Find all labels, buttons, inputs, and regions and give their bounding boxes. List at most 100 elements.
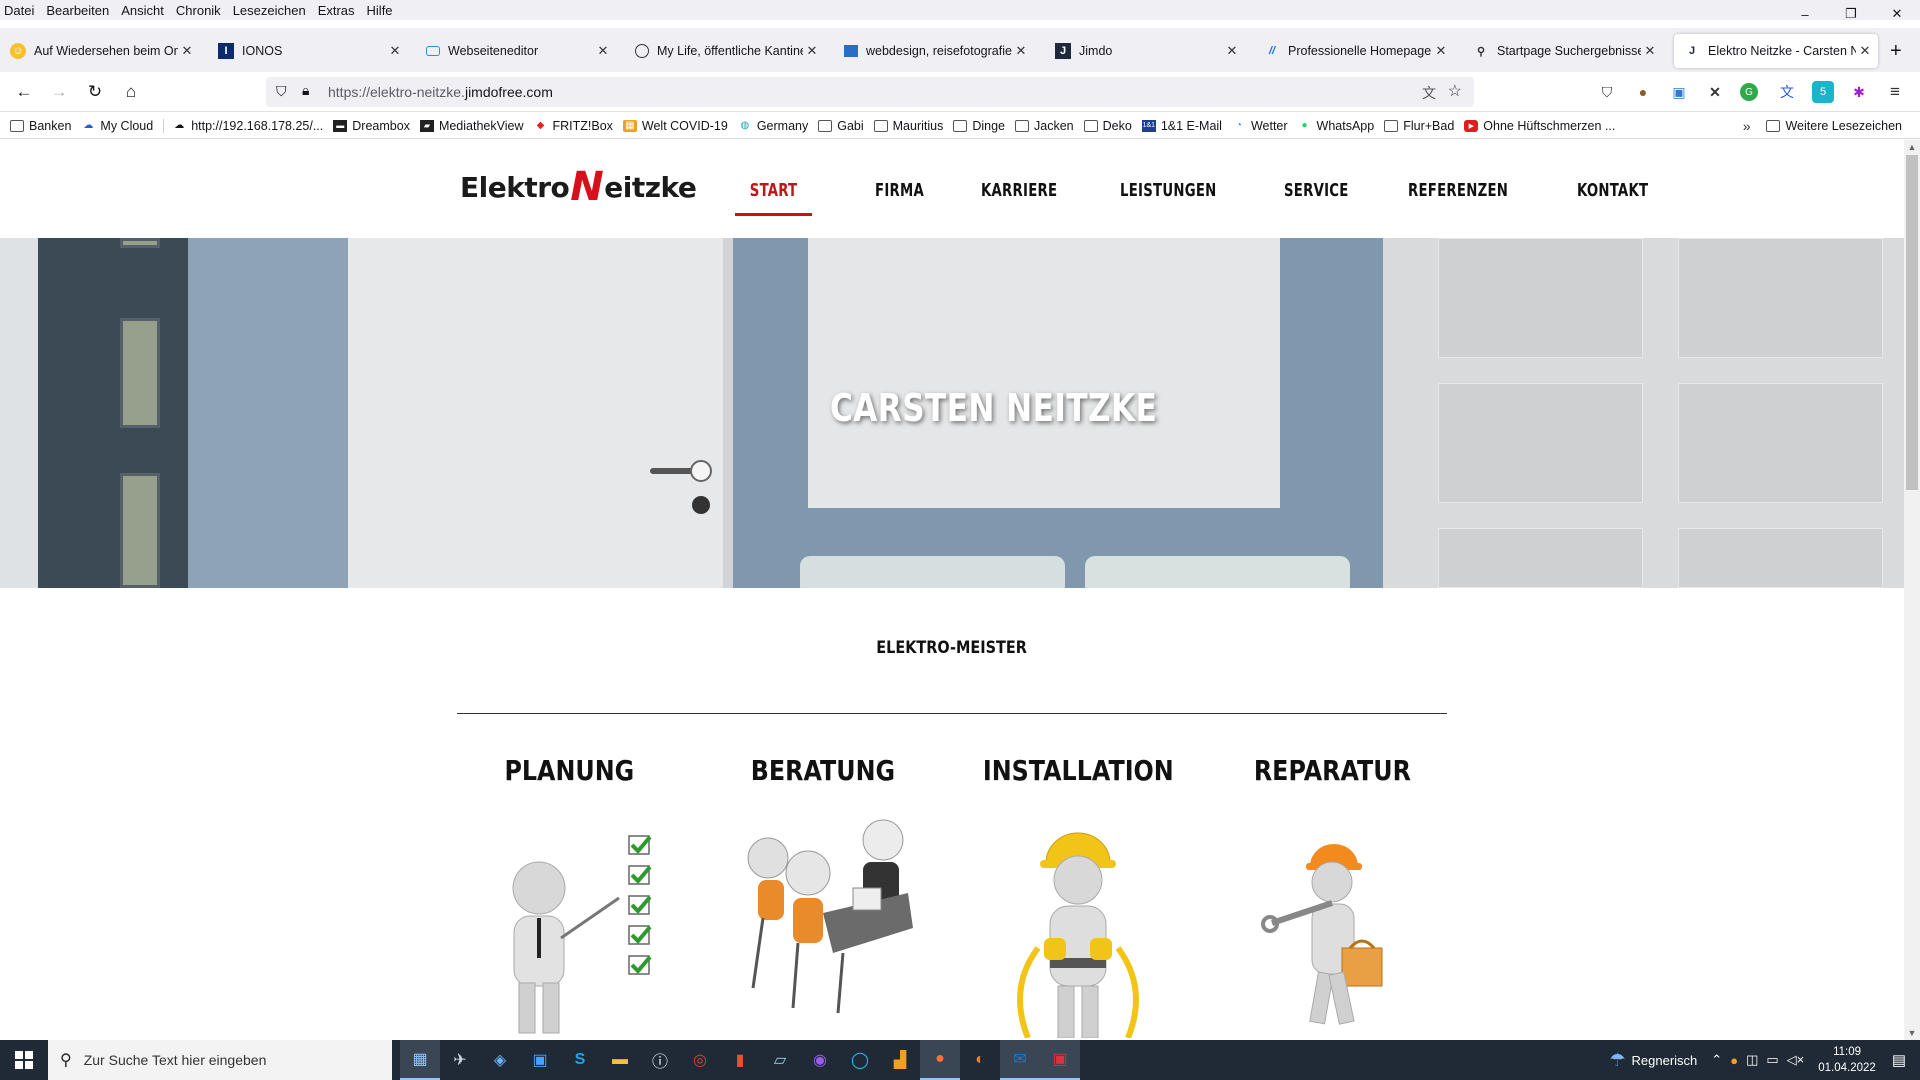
office-icon[interactable]: ▮: [720, 1040, 760, 1080]
network-app-icon[interactable]: ◈: [480, 1040, 520, 1080]
bookmark-1und1-email[interactable]: 1&1 1&1 E-Mail: [1141, 119, 1222, 133]
close-icon[interactable]: ✕: [1223, 43, 1241, 59]
url-bar[interactable]: ⛉ 🔒︎ https://elektro-neitzke. jimdofree.…: [266, 77, 1474, 107]
info-icon[interactable]: ⓘ: [640, 1040, 680, 1080]
store-icon[interactable]: ▣: [520, 1040, 560, 1080]
bookmark-deko[interactable]: Deko: [1083, 119, 1132, 133]
shield-icon[interactable]: ⛉: [276, 83, 287, 100]
orange-app-icon[interactable]: ◐: [960, 1040, 1000, 1080]
tools-icon[interactable]: ✈: [440, 1040, 480, 1080]
tab-homepage[interactable]: // Professionelle Homepage Le ✕: [1254, 34, 1454, 68]
scroll-up-icon[interactable]: ▲: [1904, 142, 1920, 152]
scrollbar-thumb[interactable]: [1906, 155, 1918, 490]
menu-ansicht[interactable]: Ansicht: [121, 3, 164, 18]
close-icon[interactable]: ✕: [1856, 43, 1874, 59]
volume-icon[interactable]: ◁×: [1787, 1052, 1805, 1068]
alexa-icon[interactable]: ◯: [840, 1040, 880, 1080]
chart-app-icon[interactable]: ▟: [880, 1040, 920, 1080]
close-icon[interactable]: ✕: [1641, 43, 1659, 59]
bookmark-weitere[interactable]: Weitere Lesezeichen: [1766, 119, 1902, 133]
bookmark-flur-bad[interactable]: Flur+Bad: [1384, 119, 1454, 133]
tab-elektro-neitzke[interactable]: J Elektro Neitzke - Carsten Nei ✕: [1674, 34, 1878, 68]
windows-start-button[interactable]: [0, 1040, 48, 1080]
nav-start[interactable]: START: [735, 180, 813, 216]
bookmark-wetter[interactable]: ◔ Wetter: [1232, 119, 1288, 133]
hamburger-menu-icon[interactable]: ≡: [1884, 81, 1906, 103]
bookmark-dinge[interactable]: Dinge: [953, 119, 1005, 133]
nav-leistungen[interactable]: LEISTUNGEN: [1120, 180, 1217, 216]
x-extension-icon[interactable]: ✕: [1704, 81, 1726, 103]
nav-service[interactable]: SERVICE: [1284, 180, 1349, 216]
restore-button[interactable]: ❐: [1828, 0, 1874, 28]
cookie-icon[interactable]: ●: [1632, 81, 1654, 103]
nav-firma[interactable]: FIRMA: [875, 180, 924, 216]
menu-datei[interactable]: Datei: [4, 3, 34, 18]
bookmark-star-icon[interactable]: ☆: [1448, 81, 1462, 101]
bookmark-gabi[interactable]: Gabi: [818, 119, 864, 133]
bookmark-banken[interactable]: Banken: [10, 119, 71, 133]
translate-icon[interactable]: 文: [1422, 83, 1436, 103]
bookmark-jacken[interactable]: Jacken: [1015, 119, 1074, 133]
taskbar-search-box[interactable]: ⚲ Zur Suche Text hier eingeben: [48, 1040, 392, 1080]
back-icon[interactable]: ←: [12, 80, 36, 104]
media-icon[interactable]: ◎: [680, 1040, 720, 1080]
bookmark-whatsapp[interactable]: ● WhatsApp: [1298, 119, 1375, 133]
chevron-double-right-icon[interactable]: »: [1743, 118, 1751, 134]
tab-auf-wiedersehen[interactable]: ☺ Auf Wiedersehen beim Onlin ✕: [0, 34, 200, 68]
bookmark-my-cloud[interactable]: ☁ My Cloud: [81, 119, 153, 133]
page-scrollbar[interactable]: ▲ ▼: [1904, 140, 1920, 1040]
screenshot-icon[interactable]: ▣: [1668, 81, 1690, 103]
tab-startpage[interactable]: ⚲ Startpage Suchergebnisse ✕: [1463, 34, 1663, 68]
lock-icon[interactable]: 🔒︎: [302, 82, 309, 99]
bookmark-fritzbox[interactable]: ◆ FRITZ!Box: [533, 119, 613, 133]
site-logo[interactable]: Elektro N eitzke: [460, 162, 697, 212]
tab-webdesign[interactable]: webdesign, reisefotografie, e ✕: [834, 34, 1034, 68]
tab-ionos[interactable]: I IONOS ✕: [208, 34, 408, 68]
new-tab-button[interactable]: +: [1890, 40, 1902, 63]
forward-icon[interactable]: →: [47, 80, 71, 104]
green-extension-icon[interactable]: G: [1740, 83, 1758, 101]
firefox-icon[interactable]: ●: [920, 1040, 960, 1080]
menu-bearbeiten[interactable]: Bearbeiten: [46, 3, 109, 18]
five-extension-icon[interactable]: 5: [1812, 81, 1834, 103]
bookmark-welt-covid[interactable]: ▦ Welt COVID-19: [622, 119, 728, 133]
podcast-icon[interactable]: ◉: [800, 1040, 840, 1080]
notification-icon[interactable]: ▤: [1892, 1051, 1906, 1069]
menu-hilfe[interactable]: Hilfe: [367, 3, 393, 18]
menu-lesezeichen[interactable]: Lesezeichen: [233, 3, 306, 18]
close-icon[interactable]: ✕: [386, 43, 404, 59]
nav-kontakt[interactable]: KONTAKT: [1577, 180, 1648, 216]
reload-icon[interactable]: ↻: [83, 80, 107, 104]
bookmark-germany[interactable]: ◍ Germany: [738, 119, 808, 133]
file-explorer-icon[interactable]: ▬: [600, 1040, 640, 1080]
translate-extension-icon[interactable]: 文: [1776, 81, 1798, 103]
scroll-down-icon[interactable]: ▼: [1904, 1028, 1920, 1038]
chevron-up-icon[interactable]: ⌃: [1711, 1052, 1722, 1068]
network-icon[interactable]: ▭: [1766, 1052, 1778, 1068]
tray-camera-icon[interactable]: ◫: [1746, 1052, 1758, 1068]
outlook-icon[interactable]: ✉: [1000, 1040, 1040, 1080]
skype-icon[interactable]: S: [560, 1040, 600, 1080]
bookmark-mauritius[interactable]: Mauritius: [873, 119, 943, 133]
close-icon[interactable]: ✕: [803, 43, 821, 59]
puzzle-extension-icon[interactable]: ✱: [1848, 81, 1870, 103]
menu-chronik[interactable]: Chronik: [176, 3, 221, 18]
bookmark-ohne-hueftschmerzen[interactable]: ▶ Ohne Hüftschmerzen ...: [1464, 119, 1615, 133]
tab-my-life[interactable]: My Life, öffentliche Kantine ✕: [625, 34, 825, 68]
calculator-icon[interactable]: ▦: [400, 1040, 440, 1080]
minimize-button[interactable]: –: [1782, 0, 1828, 28]
close-icon[interactable]: ✕: [178, 43, 196, 59]
pocket-icon[interactable]: ⛉: [1596, 81, 1618, 103]
close-icon[interactable]: ✕: [1432, 43, 1450, 59]
close-icon[interactable]: ✕: [594, 43, 612, 59]
tab-jimdo[interactable]: J Jimdo ✕: [1045, 34, 1245, 68]
tray-app-icon[interactable]: ●: [1730, 1053, 1738, 1068]
home-icon[interactable]: ⌂: [119, 80, 143, 104]
nav-karriere[interactable]: KARRIERE: [981, 180, 1057, 216]
menu-extras[interactable]: Extras: [318, 3, 355, 18]
weather-status[interactable]: Regnerisch: [1632, 1053, 1698, 1068]
close-icon[interactable]: ✕: [1012, 43, 1030, 59]
bookmark-ip[interactable]: ☁ http://192.168.178.25/...: [163, 118, 323, 133]
bookmark-dreambox[interactable]: ▬ Dreambox: [333, 119, 410, 133]
nav-referenzen[interactable]: REFERENZEN: [1408, 180, 1508, 216]
